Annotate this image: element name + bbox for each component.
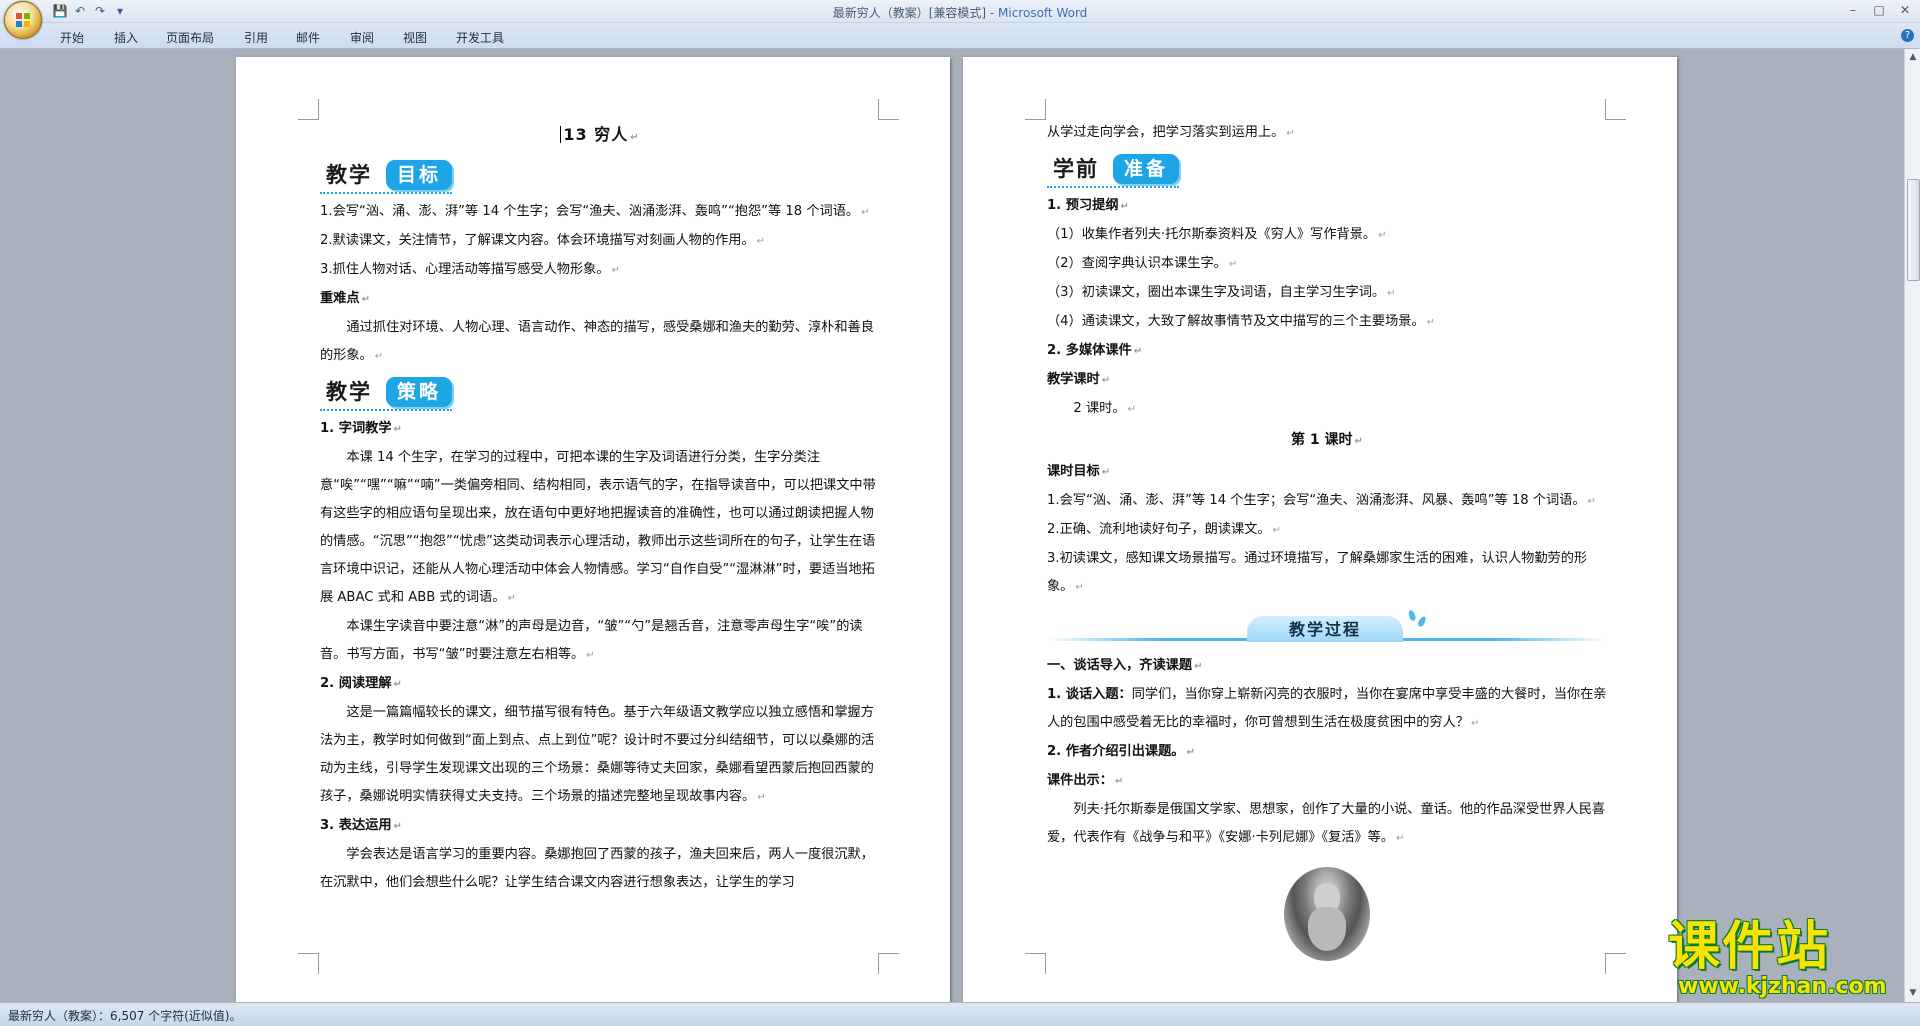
- goal-item: 3.抓住人物对话、心理活动等描写感受人物形象。 ↵: [320, 262, 620, 277]
- goal-item: 1.会写“汹、涌、澎、湃”等 14 个生字；会写“渔夫、汹涌澎湃、轰鸣”“抱怨”…: [320, 204, 870, 219]
- tab-insert[interactable]: 插入: [114, 29, 138, 46]
- key-points-text: 通过抓住对环境、人物心理、语言动作、神态的描写，感受桑娜和渔夫的勤劳、淳朴和善良…: [320, 320, 874, 363]
- heading-pill-text: 目标: [386, 160, 453, 190]
- heading-teaching-goals: 教学 目标: [320, 156, 880, 196]
- window-title-doc: 最新穷人（教案）[兼容模式] -: [832, 6, 999, 20]
- vertical-scrollbar[interactable]: ▲ ▼: [1904, 49, 1920, 1002]
- minimize-button[interactable]: –: [1842, 2, 1864, 18]
- body-paragraph: 学会表达是语言学习的重要内容。桑娜抱回了西蒙的孩子，渔夫回来后，两人一度很沉默，…: [320, 847, 874, 890]
- tab-home[interactable]: 开始: [60, 29, 84, 46]
- section-title: 2. 多媒体课件 ↵: [1047, 343, 1143, 358]
- lesson-title: 13 穷人 ↵: [320, 119, 880, 154]
- margin-corner: [1605, 99, 1626, 120]
- prep-item: （4）通读课文，大致了解故事情节及文中描写的三个主要场景。 ↵: [1047, 314, 1436, 329]
- banner-text: 教学过程: [1288, 620, 1361, 639]
- section-title: 教学课时 ↵: [1047, 372, 1111, 387]
- prep-item: （2）查阅字典认识本课生字。 ↵: [1047, 256, 1238, 271]
- section-title: 2. 作者介绍引出课题。 ↵: [1047, 744, 1195, 759]
- body-paragraph: 本课 14 个生字，在学习的过程中，可把本课的生字及词语进行分类，生字分类注意“…: [320, 450, 876, 605]
- tab-mailings[interactable]: 邮件: [296, 29, 320, 46]
- goal-item: 2.正确、流利地读好句子，朗读课文。 ↵: [1047, 522, 1281, 537]
- margin-corner: [878, 99, 899, 120]
- tab-review[interactable]: 审阅: [350, 29, 374, 46]
- text-cursor: [560, 126, 562, 143]
- page-2-content[interactable]: 从学过走向学会，把学习落实到运用上。 ↵ 学前 准备 1. 预习提纲 ↵ （1）收集…: [1047, 119, 1607, 961]
- section-title: 2. 阅读理解 ↵: [320, 676, 402, 691]
- status-bar: 最新穷人（教案）：6,507 个字符(近似值)。: [0, 1002, 1920, 1026]
- hours-value: 2 课时。 ↵: [1073, 401, 1136, 416]
- water-drop-icon: [1407, 609, 1417, 622]
- watermark-text: 课件站: [1668, 917, 1831, 977]
- margin-corner: [1025, 99, 1046, 120]
- watermark-logo: 课件站 www.kjzhan.com: [1668, 918, 1902, 1000]
- body-paragraph: 本课生字读音中要注意“淋”的声母是边音，“皱”“勺”是翘舌音，注意零声母生字“唉…: [320, 619, 863, 662]
- section-title: 课件出示： ↵: [1047, 773, 1124, 788]
- tab-page-layout[interactable]: 页面布局: [166, 29, 214, 46]
- water-drop-icon: [1416, 615, 1428, 628]
- margin-corner: [878, 953, 899, 974]
- heading-pill-text: 策略: [386, 377, 453, 407]
- section-title: 1. 字词教学 ↵: [320, 421, 402, 436]
- paragraph-mark: ↵: [630, 132, 640, 143]
- goal-item: 1.会写“汹、涌、澎、湃”等 14 个生字；会写“渔夫、汹涌澎湃、风暴、轰鸣”等…: [1047, 493, 1597, 508]
- lesson-session-title: 第 1 课时 ↵: [1291, 432, 1363, 448]
- body-paragraph: 这是一篇篇幅较长的课文，细节描写很有特色。基于六年级语文教学应以独立感悟和掌握方…: [320, 705, 875, 804]
- margin-corner: [1605, 953, 1626, 974]
- scrollbar-thumb[interactable]: [1907, 179, 1920, 281]
- heading-left-text: 教学: [326, 163, 372, 187]
- body-paragraph: 从学过走向学会，把学习落实到运用上。 ↵: [1047, 125, 1295, 140]
- tolstoy-portrait-image: [1284, 867, 1370, 961]
- tab-view[interactable]: 视图: [403, 29, 427, 46]
- body-paragraph: 1. 谈话入题：同学们，当你穿上崭新闪亮的衣服时，当你在宴席中享受丰盛的大餐时，…: [1047, 687, 1607, 730]
- lesson-title-text: 13 穷人: [563, 125, 629, 144]
- tab-references[interactable]: 引用: [244, 29, 268, 46]
- heading-underline: [1047, 186, 1179, 188]
- window-title-app: Microsoft Word: [998, 6, 1088, 20]
- status-word-count[interactable]: 最新穷人（教案）：6,507 个字符(近似值)。: [8, 1007, 242, 1024]
- goal-item: 3.初读课文，感知课文场景描写。通过环境描写，了解桑娜家生活的困难，认识人物勤劳…: [1047, 551, 1588, 594]
- office-button[interactable]: [4, 1, 42, 39]
- help-icon[interactable]: ?: [1901, 29, 1914, 42]
- close-button[interactable]: ✕: [1894, 2, 1916, 18]
- ribbon-tab-bar: 开始 插入 页面布局 引用 邮件 审阅 视图 开发工具 ?: [0, 23, 1920, 49]
- section-title: 一、谈话导入，齐读课题 ↵: [1047, 658, 1203, 673]
- margin-corner: [298, 953, 319, 974]
- tab-developer[interactable]: 开发工具: [456, 29, 504, 46]
- portrait-beard: [1308, 907, 1346, 951]
- page-1-content[interactable]: 13 穷人 ↵ 教学 目标 1.会写“汹、涌、澎、湃”等 14 个生字；会写“渔夫…: [320, 119, 880, 897]
- heading-underline: [320, 409, 452, 411]
- heading-underline: [320, 192, 452, 194]
- window-title: 最新穷人（教案）[兼容模式] - Microsoft Word: [0, 4, 1920, 21]
- section-title: 1. 预习提纲 ↵: [1047, 198, 1129, 213]
- body-paragraph: 列夫·托尔斯泰是俄国文学家、思想家，创作了大量的小说、童话。他的作品深受世界人民…: [1047, 802, 1606, 845]
- scroll-up-arrow-icon[interactable]: ▲: [1907, 51, 1919, 63]
- heading-teaching-strategy: 教学 策略: [320, 373, 880, 413]
- prep-item: （1）收集作者列夫·托尔斯泰资料及《穷人》写作背景。 ↵: [1047, 227, 1387, 242]
- margin-corner: [1025, 953, 1046, 974]
- section-title: 3. 表达运用 ↵: [320, 818, 402, 833]
- prep-item: （3）初读课文，圈出本课生字及词语，自主学习生字词。 ↵: [1047, 285, 1396, 300]
- key-points-title: 重难点 ↵: [320, 291, 370, 306]
- section-title: 课时目标 ↵: [1047, 464, 1111, 479]
- heading-pill-text: 准备: [1113, 154, 1180, 184]
- office-logo-icon: [16, 13, 30, 27]
- heading-left-text: 教学: [326, 380, 372, 404]
- teaching-process-banner: 教学过程: [1047, 608, 1607, 648]
- heading-preparation: 学前 准备: [1047, 150, 1607, 190]
- margin-corner: [298, 99, 319, 120]
- heading-left-text: 学前: [1053, 157, 1099, 181]
- goal-item: 2.默读课文，关注情节，了解课文内容。体会环境描写对刻画人物的作用。 ↵: [320, 233, 765, 248]
- banner-tab: 教学过程: [1247, 616, 1403, 642]
- maximize-button[interactable]: □: [1868, 2, 1890, 18]
- title-bar: 💾 ↶ ↷ ▾ 最新穷人（教案）[兼容模式] - Microsoft Word …: [0, 0, 1920, 39]
- document-area[interactable]: 13 穷人 ↵ 教学 目标 1.会写“汹、涌、澎、湃”等 14 个生字；会写“渔夫…: [0, 49, 1904, 1002]
- page-1[interactable]: 13 穷人 ↵ 教学 目标 1.会写“汹、涌、澎、湃”等 14 个生字；会写“渔夫…: [236, 57, 950, 1002]
- watermark-url: www.kjzhan.com: [1678, 974, 1887, 999]
- page-2[interactable]: 从学过走向学会，把学习落实到运用上。 ↵ 学前 准备 1. 预习提纲 ↵ （1）收集…: [963, 57, 1677, 1002]
- scroll-down-arrow-icon[interactable]: ▼: [1907, 987, 1919, 999]
